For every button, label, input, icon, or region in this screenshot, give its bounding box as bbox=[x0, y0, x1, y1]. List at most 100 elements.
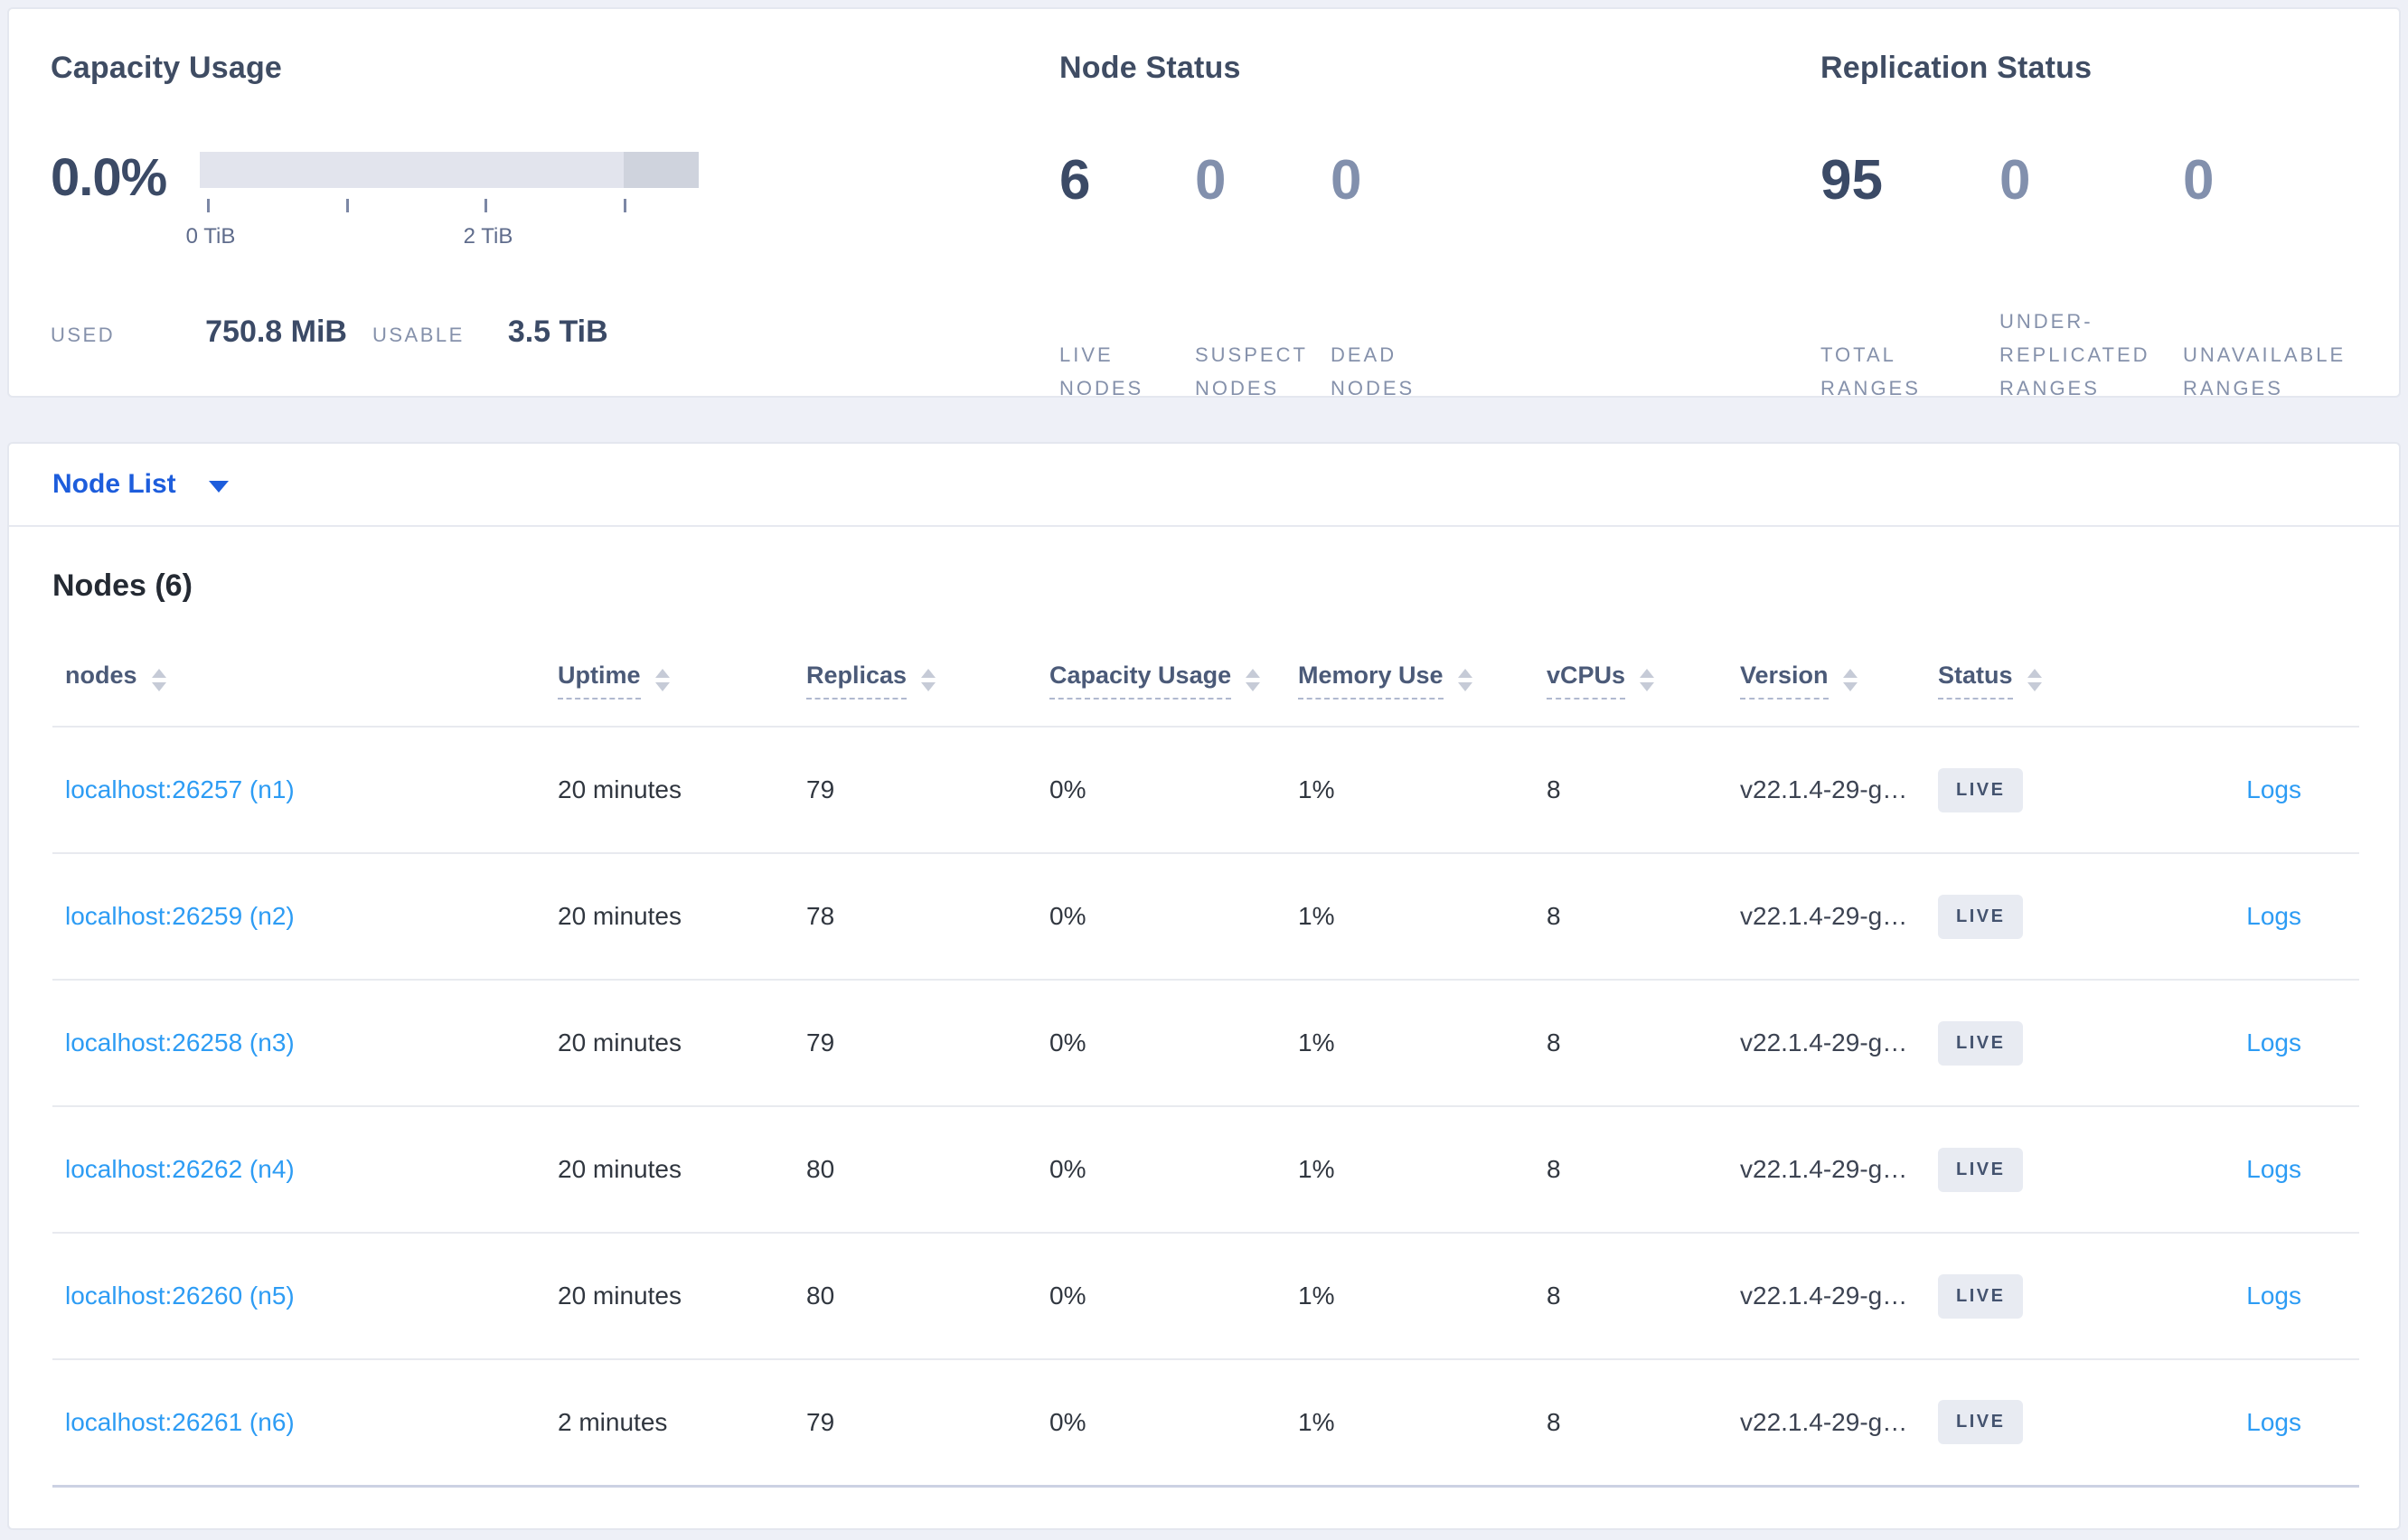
vcpus-cell: 8 bbox=[1534, 727, 1727, 854]
memory-use-cell: 1% bbox=[1285, 1359, 1534, 1488]
logs-link[interactable]: Logs bbox=[2246, 775, 2301, 803]
node-list-panel: Node List Nodes (6) nodes Uptime Replica… bbox=[7, 442, 2401, 1530]
nodes-table: nodes Uptime Replicas Capacity Usage Mem… bbox=[52, 634, 2359, 1488]
axis-tick bbox=[484, 199, 487, 212]
logs-cell: Logs bbox=[2157, 853, 2359, 981]
stat-label: TOTAL RANGES bbox=[1820, 343, 1921, 399]
replication-stats: 95 TOTAL RANGES 0 UNDER-REPLICATED RANGE… bbox=[1820, 152, 2377, 405]
stat-label: UNAVAILABLE RANGES bbox=[2183, 343, 2347, 399]
axis-tick-label: 0 TiB bbox=[185, 224, 236, 249]
uptime-cell: 2 minutes bbox=[545, 1359, 794, 1488]
node-link[interactable]: localhost:26262 (n4) bbox=[65, 1155, 295, 1183]
node-list-dropdown-label: Node List bbox=[52, 469, 176, 499]
suspect-nodes-stat: 0 SUSPECT NODES bbox=[1195, 152, 1331, 405]
node-list-dropdown[interactable]: Node List bbox=[9, 444, 2399, 527]
total-ranges-stat: 95 TOTAL RANGES bbox=[1820, 152, 1999, 405]
sort-icon bbox=[1640, 668, 1655, 691]
node-link[interactable]: localhost:26260 (n5) bbox=[65, 1282, 295, 1310]
logs-link[interactable]: Logs bbox=[2246, 1028, 2301, 1056]
logs-link[interactable]: Logs bbox=[2246, 1408, 2301, 1436]
stat-value: 0 bbox=[2183, 149, 2215, 211]
logs-link[interactable]: Logs bbox=[2246, 1282, 2301, 1310]
replicas-cell: 80 bbox=[794, 1106, 1037, 1234]
node-link[interactable]: localhost:26258 (n3) bbox=[65, 1028, 295, 1056]
sort-icon bbox=[151, 668, 166, 691]
capacity-card-title: Capacity Usage bbox=[51, 51, 283, 85]
nodes-section: Nodes (6) nodes Uptime Replicas Capacity… bbox=[9, 568, 2399, 1488]
under-replicated-ranges-stat: 0 UNDER-REPLICATED RANGES bbox=[1999, 152, 2183, 405]
replicas-cell: 79 bbox=[794, 727, 1037, 854]
replication-card-title: Replication Status bbox=[1820, 51, 2093, 85]
uptime-cell: 20 minutes bbox=[545, 1106, 794, 1234]
stat-value: 0 bbox=[1999, 149, 2031, 211]
column-header-nodes[interactable]: nodes bbox=[52, 634, 545, 728]
vcpus-cell: 8 bbox=[1534, 1106, 1727, 1234]
column-header-memory-use[interactable]: Memory Use bbox=[1285, 634, 1534, 728]
node-cell: localhost:26259 (n2) bbox=[52, 853, 545, 981]
capacity-bar-other-segment bbox=[624, 152, 699, 188]
replication-status-card: Replication Status 95 TOTAL RANGES 0 UND… bbox=[1820, 51, 2381, 399]
replicas-cell: 79 bbox=[794, 980, 1037, 1107]
sort-icon bbox=[2027, 668, 2042, 691]
replicas-cell: 78 bbox=[794, 853, 1037, 981]
memory-use-cell: 1% bbox=[1285, 727, 1534, 854]
column-header-version[interactable]: Version bbox=[1727, 634, 1925, 728]
column-header-replicas[interactable]: Replicas bbox=[794, 634, 1037, 728]
logs-cell: Logs bbox=[2157, 1106, 2359, 1234]
table-row: localhost:26261 (n6) 2 minutes 79 0% 1% … bbox=[52, 1359, 2359, 1488]
column-header-status[interactable]: Status bbox=[1925, 634, 2157, 728]
column-header-logs bbox=[2157, 634, 2359, 728]
nodes-heading: Nodes (6) bbox=[52, 568, 193, 603]
capacity-usage-cell: 0% bbox=[1037, 1233, 1285, 1360]
status-badge: LIVE bbox=[1938, 894, 2024, 939]
node-cell: localhost:26258 (n3) bbox=[52, 980, 545, 1107]
capacity-usage-cell: 0% bbox=[1037, 980, 1285, 1107]
stat-label: UNDER-REPLICATED RANGES bbox=[1999, 310, 2150, 399]
logs-link[interactable]: Logs bbox=[2246, 1155, 2301, 1183]
version-cell: v22.1.4-29-g… bbox=[1727, 1233, 1925, 1360]
stat-value: 0 bbox=[1195, 149, 1227, 211]
memory-use-cell: 1% bbox=[1285, 1233, 1534, 1360]
uptime-cell: 20 minutes bbox=[545, 980, 794, 1107]
stat-label: SUSPECT NODES bbox=[1195, 343, 1308, 399]
node-link[interactable]: localhost:26261 (n6) bbox=[65, 1408, 295, 1436]
status-cell: LIVE bbox=[1925, 1233, 2157, 1360]
stat-value: 6 bbox=[1059, 149, 1091, 211]
table-row: localhost:26259 (n2) 20 minutes 78 0% 1%… bbox=[52, 853, 2359, 981]
vcpus-cell: 8 bbox=[1534, 1233, 1727, 1360]
uptime-cell: 20 minutes bbox=[545, 853, 794, 981]
capacity-bar-usable-segment bbox=[200, 152, 624, 188]
logs-link[interactable]: Logs bbox=[2246, 902, 2301, 930]
status-cell: LIVE bbox=[1925, 1359, 2157, 1488]
capacity-usage-cell: 0% bbox=[1037, 1106, 1285, 1234]
memory-use-cell: 1% bbox=[1285, 980, 1534, 1107]
node-link[interactable]: localhost:26259 (n2) bbox=[65, 902, 295, 930]
usable-value: 3.5 TiB bbox=[507, 315, 608, 349]
node-cell: localhost:26257 (n1) bbox=[52, 727, 545, 854]
sort-icon bbox=[1842, 668, 1858, 691]
column-header-vcpus[interactable]: vCPUs bbox=[1534, 634, 1727, 728]
node-cell: localhost:26260 (n5) bbox=[52, 1233, 545, 1360]
live-nodes-stat: 6 LIVE NODES bbox=[1059, 152, 1195, 405]
used-value: 750.8 MiB bbox=[205, 315, 347, 349]
capacity-footer: USED 750.8 MiB USABLE 3.5 TiB bbox=[51, 315, 608, 350]
status-cell: LIVE bbox=[1925, 853, 2157, 981]
status-cell: LIVE bbox=[1925, 727, 2157, 854]
capacity-usage-cell: 0% bbox=[1037, 727, 1285, 854]
stat-label: LIVE NODES bbox=[1059, 343, 1144, 399]
unavailable-ranges-stat: 0 UNAVAILABLE RANGES bbox=[2183, 152, 2377, 405]
table-header-row: nodes Uptime Replicas Capacity Usage Mem… bbox=[52, 634, 2359, 728]
node-cell: localhost:26261 (n6) bbox=[52, 1359, 545, 1488]
used-label: USED bbox=[51, 324, 116, 346]
column-header-uptime[interactable]: Uptime bbox=[545, 634, 794, 728]
summary-panel: Capacity Usage 0.0% 0 TiB 2 TiB USED 750… bbox=[7, 7, 2401, 399]
sort-icon bbox=[1246, 668, 1261, 691]
logs-cell: Logs bbox=[2157, 727, 2359, 854]
sort-icon bbox=[1457, 668, 1472, 691]
chevron-down-icon bbox=[208, 480, 229, 493]
version-cell: v22.1.4-29-g… bbox=[1727, 853, 1925, 981]
column-header-capacity-usage[interactable]: Capacity Usage bbox=[1037, 634, 1285, 728]
stat-value: 95 bbox=[1820, 149, 1883, 211]
node-status-stats: 6 LIVE NODES 0 SUSPECT NODES 0 DEAD NODE… bbox=[1059, 152, 1484, 405]
node-link[interactable]: localhost:26257 (n1) bbox=[65, 775, 295, 803]
